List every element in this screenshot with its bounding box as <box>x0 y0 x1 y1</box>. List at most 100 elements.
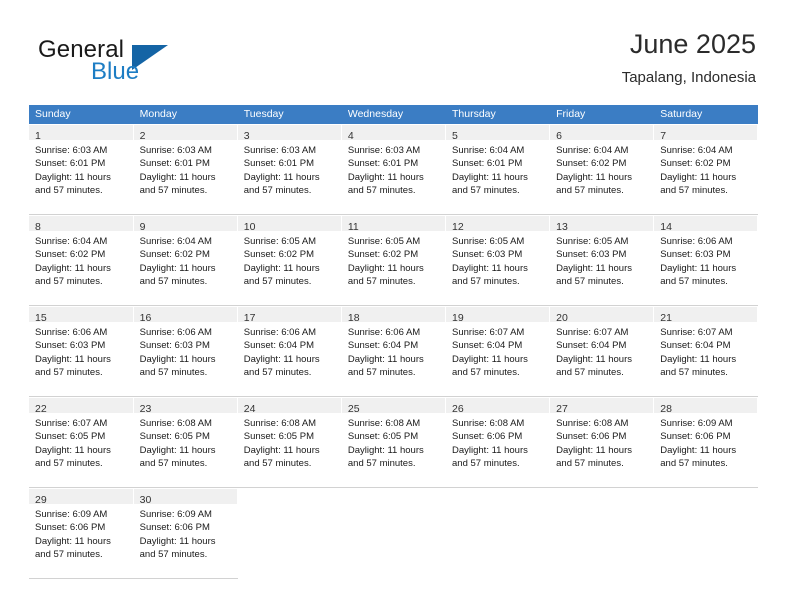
calendar-day-cell[interactable]: 23 Sunrise: 6:08 AM Sunset: 6:05 PM Dayligh… <box>133 396 238 488</box>
day-number-bar: 23 <box>133 397 237 415</box>
day-details: Sunrise: 6:05 AM Sunset: 6:02 PM Daylight:… <box>238 231 341 288</box>
day-number: 12 <box>452 221 464 233</box>
day-number: 16 <box>139 312 152 324</box>
daylight-text-line1: Daylight: 11 hours <box>452 262 528 274</box>
sunset-text: Sunset: 6:02 PM <box>556 158 627 170</box>
sunrise-text: Sunrise: 6:09 AM <box>35 509 108 520</box>
calendar-day-cell[interactable]: 17 Sunrise: 6:06 AM Sunset: 6:04 PM Dayligh… <box>237 305 342 397</box>
day-number-bar: 3 <box>237 124 341 142</box>
calendar-day-cell[interactable]: 29 Sunrise: 6:09 AM Sunset: 6:06 PM Dayligh… <box>29 487 134 579</box>
daylight-text-line1: Daylight: 11 hours <box>660 262 737 274</box>
day-number-bar: 21 <box>654 306 758 324</box>
daylight-text-line1: Daylight: 11 hours <box>660 353 737 365</box>
calendar-day-cell[interactable]: 25 Sunrise: 6:08 AM Sunset: 6:05 PM Dayligh… <box>341 396 447 488</box>
sunrise-text: Sunrise: 6:08 AM <box>139 418 212 429</box>
calendar-day-cell[interactable]: 20 Sunrise: 6:07 AM Sunset: 6:04 PM Dayligh… <box>549 305 655 397</box>
day-number-bar: 28 <box>654 397 758 415</box>
calendar-day-cell[interactable]: 18 Sunrise: 6:06 AM Sunset: 6:04 PM Dayligh… <box>341 305 447 397</box>
day-details: Sunrise: 6:05 AM Sunset: 6:03 PM Daylight:… <box>550 231 653 288</box>
calendar-day-cell[interactable]: 13 Sunrise: 6:05 AM Sunset: 6:03 PM Dayligh… <box>549 214 655 306</box>
day-details: Sunrise: 6:06 AM Sunset: 6:03 PM Daylight:… <box>654 231 757 288</box>
day-number-bar: 17 <box>237 306 341 324</box>
day-number-bar: 11 <box>341 215 445 233</box>
calendar-table: Sunday Monday Tuesday Wednesday Thursday… <box>29 105 759 579</box>
sunrise-text: Sunrise: 6:03 AM <box>35 145 108 156</box>
calendar-day-cell[interactable]: 5 Sunrise: 6:04 AM Sunset: 6:01 PM Daylight… <box>445 124 551 215</box>
day-number: 17 <box>243 312 256 324</box>
daylight-text-line2: and 57 minutes. <box>660 184 728 196</box>
sunset-text: Sunset: 6:02 PM <box>35 249 106 261</box>
day-number-bar: 27 <box>550 397 654 415</box>
page-title: June 2025 <box>629 29 756 59</box>
calendar-day-cell[interactable]: 30 Sunrise: 6:09 AM Sunset: 6:06 PM Dayligh… <box>133 487 238 579</box>
calendar-day-cell[interactable]: 16 Sunrise: 6:06 AM Sunset: 6:03 PM Dayligh… <box>133 305 238 397</box>
calendar-day-cell[interactable]: 21 Sunrise: 6:07 AM Sunset: 6:04 PM Dayligh… <box>653 305 759 397</box>
sunset-text: Sunset: 6:04 PM <box>347 340 419 352</box>
day-details: Sunrise: 6:03 AM Sunset: 6:01 PM Daylight:… <box>29 140 133 197</box>
calendar-day-cell[interactable]: 15 Sunrise: 6:06 AM Sunset: 6:03 PM Dayligh… <box>29 305 134 397</box>
calendar-day-cell[interactable]: 3 Sunrise: 6:03 AM Sunset: 6:01 PM Daylight… <box>237 124 342 215</box>
sunrise-text: Sunrise: 6:04 AM <box>35 236 108 247</box>
calendar-day-cell[interactable]: 22 Sunrise: 6:07 AM Sunset: 6:05 PM Dayligh… <box>29 396 134 488</box>
day-details: Sunrise: 6:07 AM Sunset: 6:04 PM Daylight:… <box>654 322 757 379</box>
daylight-text-line2: and 57 minutes. <box>139 548 208 560</box>
day-details: Sunrise: 6:04 AM Sunset: 6:02 PM Daylight:… <box>654 140 757 197</box>
daylight-text-line2: and 57 minutes. <box>35 184 103 196</box>
calendar-day-cell[interactable]: 14 Sunrise: 6:06 AM Sunset: 6:03 PM Dayligh… <box>653 214 759 306</box>
daylight-text-line2: and 57 minutes. <box>347 275 416 287</box>
day-number-bar: 7 <box>654 124 758 142</box>
daylight-text-line2: and 57 minutes. <box>347 366 416 378</box>
daylight-text-line2: and 57 minutes. <box>35 457 103 469</box>
sunrise-text: Sunrise: 6:05 AM <box>452 236 525 247</box>
calendar-day-cell[interactable]: 27 Sunrise: 6:08 AM Sunset: 6:06 PM Dayligh… <box>549 396 655 488</box>
daylight-text-line1: Daylight: 11 hours <box>139 353 216 365</box>
day-number: 29 <box>35 494 47 506</box>
day-number: 28 <box>660 403 672 415</box>
sunrise-text: Sunrise: 6:04 AM <box>556 145 629 156</box>
day-details: Sunrise: 6:07 AM Sunset: 6:04 PM Daylight:… <box>446 322 549 379</box>
sunrise-text: Sunrise: 6:06 AM <box>35 327 108 338</box>
sunset-text: Sunset: 6:01 PM <box>139 158 210 170</box>
calendar-day-cell[interactable]: 19 Sunrise: 6:07 AM Sunset: 6:04 PM Dayligh… <box>445 305 551 397</box>
calendar-day-cell[interactable]: 12 Sunrise: 6:05 AM Sunset: 6:03 PM Dayligh… <box>445 214 551 306</box>
daylight-text-line2: and 57 minutes. <box>243 275 312 287</box>
sunrise-text: Sunrise: 6:03 AM <box>139 145 212 156</box>
daylight-text-line2: and 57 minutes. <box>660 366 728 378</box>
daylight-text-line2: and 57 minutes. <box>452 275 520 287</box>
day-number-bar: 12 <box>446 215 550 233</box>
calendar-day-cell[interactable]: 6 Sunrise: 6:04 AM Sunset: 6:02 PM Daylight… <box>549 124 655 215</box>
calendar-day-cell[interactable]: 2 Sunrise: 6:03 AM Sunset: 6:01 PM Daylight… <box>133 124 238 215</box>
calendar-day-cell[interactable]: 24 Sunrise: 6:08 AM Sunset: 6:05 PM Dayligh… <box>237 396 342 488</box>
calendar-day-cell[interactable]: 11 Sunrise: 6:05 AM Sunset: 6:02 PM Dayligh… <box>341 214 447 306</box>
sunset-text: Sunset: 6:03 PM <box>452 249 523 261</box>
day-number: 20 <box>556 312 568 324</box>
sunrise-text: Sunrise: 6:03 AM <box>347 145 421 156</box>
calendar-day-cell[interactable]: 7 Sunrise: 6:04 AM Sunset: 6:02 PM Daylight… <box>653 124 759 215</box>
daylight-text-line1: Daylight: 11 hours <box>452 444 528 456</box>
sunrise-text: Sunrise: 6:04 AM <box>660 145 733 156</box>
day-number-bar: 26 <box>446 397 550 415</box>
calendar-day-cell[interactable]: 1 Sunrise: 6:03 AM Sunset: 6:01 PM Daylight… <box>29 124 134 215</box>
calendar-day-cell[interactable]: 4 Sunrise: 6:03 AM Sunset: 6:01 PM Daylight… <box>341 124 447 215</box>
calendar-day-cell[interactable]: 9 Sunrise: 6:04 AM Sunset: 6:02 PM Daylight… <box>133 214 238 306</box>
day-number-bar: 22 <box>29 397 133 415</box>
calendar-day-cell[interactable]: 26 Sunrise: 6:08 AM Sunset: 6:06 PM Dayligh… <box>445 396 551 488</box>
calendar-day-cell[interactable]: 10 Sunrise: 6:05 AM Sunset: 6:02 PM Dayligh… <box>237 214 342 306</box>
daylight-text-line1: Daylight: 11 hours <box>556 171 632 183</box>
day-details: Sunrise: 6:06 AM Sunset: 6:04 PM Daylight:… <box>342 322 445 379</box>
daylight-text-line1: Daylight: 11 hours <box>35 171 111 183</box>
daylight-text-line1: Daylight: 11 hours <box>347 262 424 274</box>
weekday-header-wednesday: Wednesday <box>341 105 447 124</box>
calendar-day-cell[interactable]: 28 Sunrise: 6:09 AM Sunset: 6:06 PM Dayligh… <box>653 396 759 488</box>
sunrise-text: Sunrise: 6:03 AM <box>243 145 317 156</box>
sunrise-text: Sunrise: 6:06 AM <box>243 327 317 338</box>
calendar-day-cell[interactable]: 8 Sunrise: 6:04 AM Sunset: 6:02 PM Daylight… <box>29 214 134 306</box>
sunset-text: Sunset: 6:05 PM <box>347 431 419 443</box>
day-details: Sunrise: 6:04 AM Sunset: 6:02 PM Daylight:… <box>29 231 133 288</box>
day-number-bar: 18 <box>341 306 445 324</box>
daylight-text-line2: and 57 minutes. <box>452 184 520 196</box>
day-details: Sunrise: 6:03 AM Sunset: 6:01 PM Daylight:… <box>134 140 237 197</box>
day-number: 30 <box>139 494 152 506</box>
general-blue-logo[interactable]: General Blue <box>38 36 238 92</box>
sunset-text: Sunset: 6:01 PM <box>347 158 419 170</box>
